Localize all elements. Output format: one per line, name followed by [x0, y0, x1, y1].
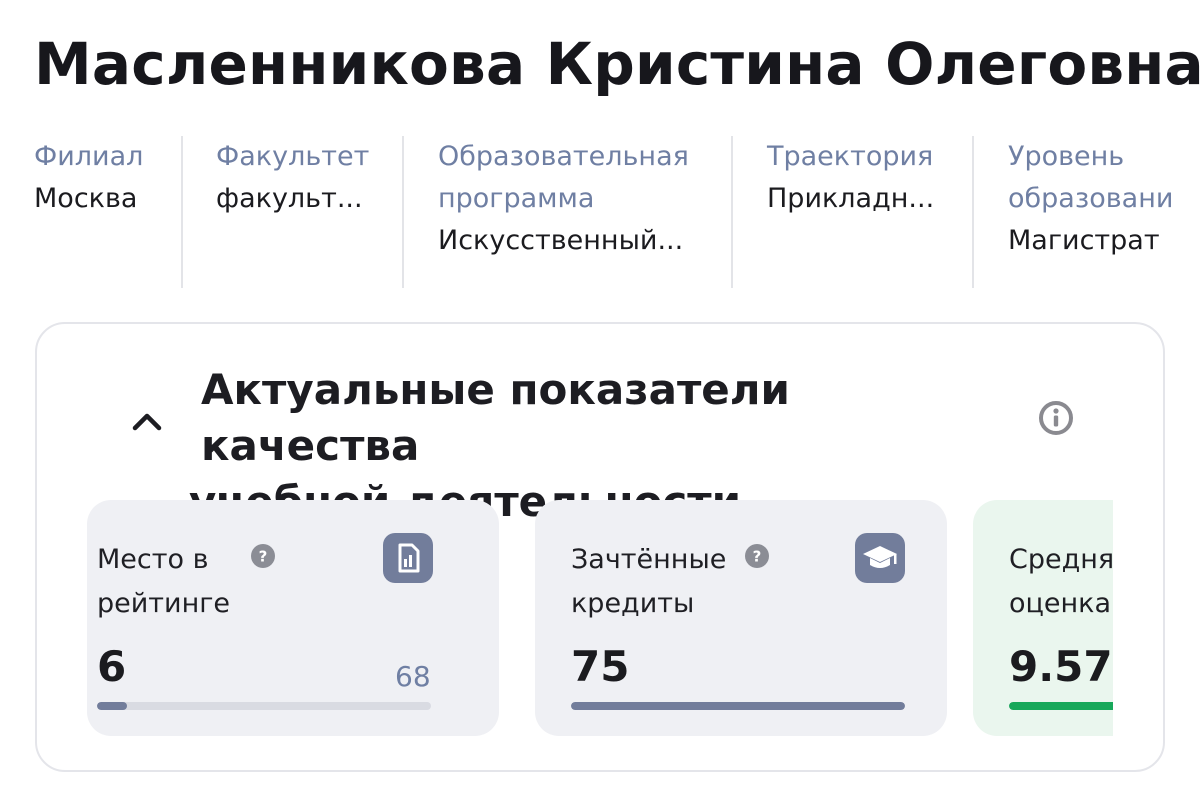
info-program-value: Искусственный...: [438, 225, 684, 256]
card-total: 68: [395, 660, 431, 693]
student-info-row: Филиал Москва Факультет факульт... Образ…: [0, 136, 1200, 288]
card-title-line-1: Зачтённые: [571, 544, 727, 575]
info-trajectory-label: Траектория: [767, 141, 934, 172]
info-level-value: Магистрат: [1008, 225, 1160, 256]
average-grade-card[interactable]: Средняя оценка 9.57: [973, 500, 1113, 736]
info-faculty[interactable]: Факультет факульт...: [216, 136, 369, 288]
credits-card[interactable]: Зачтённые кредиты ? 75: [535, 500, 947, 736]
help-icon[interactable]: ?: [251, 544, 275, 568]
quality-indicators-panel: Актуальные показатели качества учебной д…: [35, 322, 1165, 772]
svg-text:?: ?: [259, 548, 268, 566]
rating-place-card[interactable]: Место в рейтинге ? 6 68: [87, 500, 499, 736]
info-trajectory-value: Прикладн...: [767, 183, 935, 214]
progress-bar: [97, 702, 431, 710]
info-trajectory[interactable]: Траектория Прикладн...: [767, 136, 934, 288]
info-faculty-label: Факультет: [216, 141, 370, 172]
progress-bar: [1009, 702, 1113, 710]
progress-fill: [97, 702, 128, 710]
info-branch: Филиал Москва: [34, 136, 143, 288]
info-divider: [402, 136, 404, 288]
progress-bar: [571, 702, 905, 710]
info-program-label-1: Образовательная: [438, 141, 689, 172]
help-icon[interactable]: ?: [745, 544, 769, 568]
info-faculty-value: факульт...: [216, 183, 363, 214]
info-circle-icon[interactable]: [1037, 399, 1075, 437]
card-value: 6: [97, 642, 127, 691]
info-program[interactable]: Образовательная программа Искусственный.…: [438, 136, 689, 288]
rating-document-icon: [383, 533, 433, 583]
card-title-line-2: рейтинге: [97, 588, 231, 619]
info-education-level[interactable]: Уровень образовани Магистрат: [1008, 136, 1200, 288]
info-divider: [731, 136, 733, 288]
card-title-line-2: кредиты: [571, 588, 695, 619]
info-program-label-2: программа: [438, 183, 595, 214]
progress-fill: [571, 702, 905, 710]
info-branch-value: Москва: [34, 183, 138, 214]
card-title: Зачтённые кредиты: [571, 538, 771, 626]
info-divider: [181, 136, 183, 288]
info-level-label-2: образовани: [1008, 183, 1174, 214]
card-title-line-1: Средняя: [1009, 544, 1113, 575]
card-value: 75: [571, 642, 630, 691]
info-divider: [972, 136, 974, 288]
chevron-up-icon[interactable]: [127, 402, 167, 442]
svg-text:?: ?: [753, 548, 762, 566]
graduation-cap-icon: [855, 533, 905, 583]
progress-fill: [1009, 702, 1113, 710]
card-title-line-2: оценка: [1009, 588, 1112, 619]
page-title: Масленникова Кристина Олеговна: [34, 30, 1200, 98]
info-level-label-1: Уровень: [1008, 141, 1125, 172]
info-branch-label: Филиал: [34, 141, 144, 172]
cards-carousel[interactable]: Место в рейтинге ? 6 68 Зачтённые кредит…: [87, 500, 1113, 740]
card-value: 9.57: [1009, 642, 1113, 691]
card-title: Средняя оценка: [1009, 538, 1113, 626]
panel-title-line-1: Актуальные показатели качества: [201, 365, 790, 470]
